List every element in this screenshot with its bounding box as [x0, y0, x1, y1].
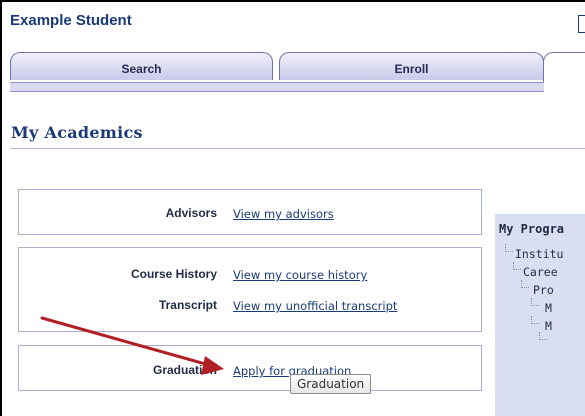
- tree-branch-icon: [539, 332, 547, 340]
- tree-branch-icon: [521, 280, 529, 288]
- tree-branch-icon: [531, 298, 539, 306]
- tree-item-program: Pro: [533, 283, 554, 297]
- my-program-panel: My Progra Institu Caree Pro M M: [495, 214, 585, 416]
- tree-branch-icon: [513, 262, 521, 270]
- tree-item-major-2: M: [545, 319, 552, 333]
- my-program-title: My Progra: [499, 222, 565, 236]
- tree-item-institution: Institu: [515, 247, 564, 261]
- tree-branch-icon: [505, 244, 513, 252]
- tree-item-major-1: M: [545, 301, 552, 315]
- tree-branch-icon: [531, 316, 539, 324]
- screen: Example Student Search Enroll My Academi…: [0, 0, 585, 416]
- tree-item-career: Caree: [523, 265, 558, 279]
